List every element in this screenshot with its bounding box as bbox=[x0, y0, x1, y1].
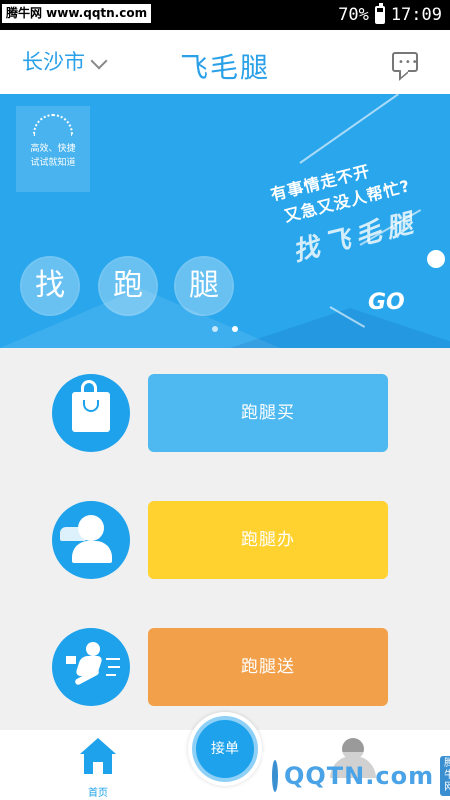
message-icon[interactable]: ••• bbox=[392, 52, 418, 72]
speedometer-icon bbox=[33, 114, 73, 136]
carousel-dot-active[interactable] bbox=[232, 326, 238, 332]
person-car-icon[interactable] bbox=[52, 501, 130, 579]
status-indicators: 70% 17:09 bbox=[338, 0, 442, 30]
speed-badge: 高效、快捷 试试就知道 bbox=[16, 106, 90, 192]
service-row-deliver: 跑腿送 bbox=[0, 610, 450, 720]
shopping-bag-icon[interactable] bbox=[52, 374, 130, 452]
badge-line-1: 高效、快捷 bbox=[30, 144, 76, 154]
battery-icon bbox=[374, 3, 385, 24]
clock: 17:09 bbox=[390, 5, 442, 25]
app-title: 飞毛腿 bbox=[179, 51, 270, 84]
watermark-badge: 腾牛网 bbox=[440, 756, 450, 796]
nav-home-label: 首页 bbox=[88, 788, 108, 799]
banner-circle-char: 腿 bbox=[176, 258, 232, 314]
planet-decoration bbox=[427, 250, 445, 268]
badge-line-2: 试试就知道 bbox=[30, 158, 76, 168]
service-button-errand[interactable]: 跑腿办 bbox=[148, 501, 388, 579]
app-header: 长沙市 飞毛腿 bbox=[0, 30, 450, 94]
watermark-top-left: 腾牛网 www.qqtn.com bbox=[2, 4, 152, 23]
running-courier-icon[interactable] bbox=[52, 628, 130, 706]
service-button-deliver[interactable]: 跑腿送 bbox=[148, 628, 388, 706]
watermark-logo-icon bbox=[272, 760, 278, 792]
carousel-indicator bbox=[212, 326, 238, 332]
accept-order-label: 接单 bbox=[196, 720, 254, 778]
watermark-bottom-right: QQTN.com 腾牛网 bbox=[262, 752, 450, 800]
nav-home[interactable]: 首页 bbox=[78, 738, 118, 799]
battery-percent: 70% bbox=[338, 5, 369, 25]
banner-circle-char: 找 bbox=[22, 258, 78, 314]
service-row-buy: 跑腿买 bbox=[0, 356, 450, 466]
home-icon bbox=[80, 738, 116, 754]
go-text: GO bbox=[368, 290, 405, 315]
watermark-text: QQTN.com bbox=[284, 762, 435, 790]
promo-banner[interactable]: 高效、快捷 试试就知道 有事情走不开 又急又没人帮忙? 找飞毛腿 GO 找 跑 … bbox=[0, 94, 450, 348]
carousel-dot[interactable] bbox=[212, 326, 218, 332]
accept-order-button[interactable]: 接单 bbox=[188, 712, 262, 786]
service-button-buy[interactable]: 跑腿买 bbox=[148, 374, 388, 452]
service-row-errand: 跑腿办 bbox=[0, 483, 450, 593]
banner-circle-char: 跑 bbox=[100, 258, 156, 314]
